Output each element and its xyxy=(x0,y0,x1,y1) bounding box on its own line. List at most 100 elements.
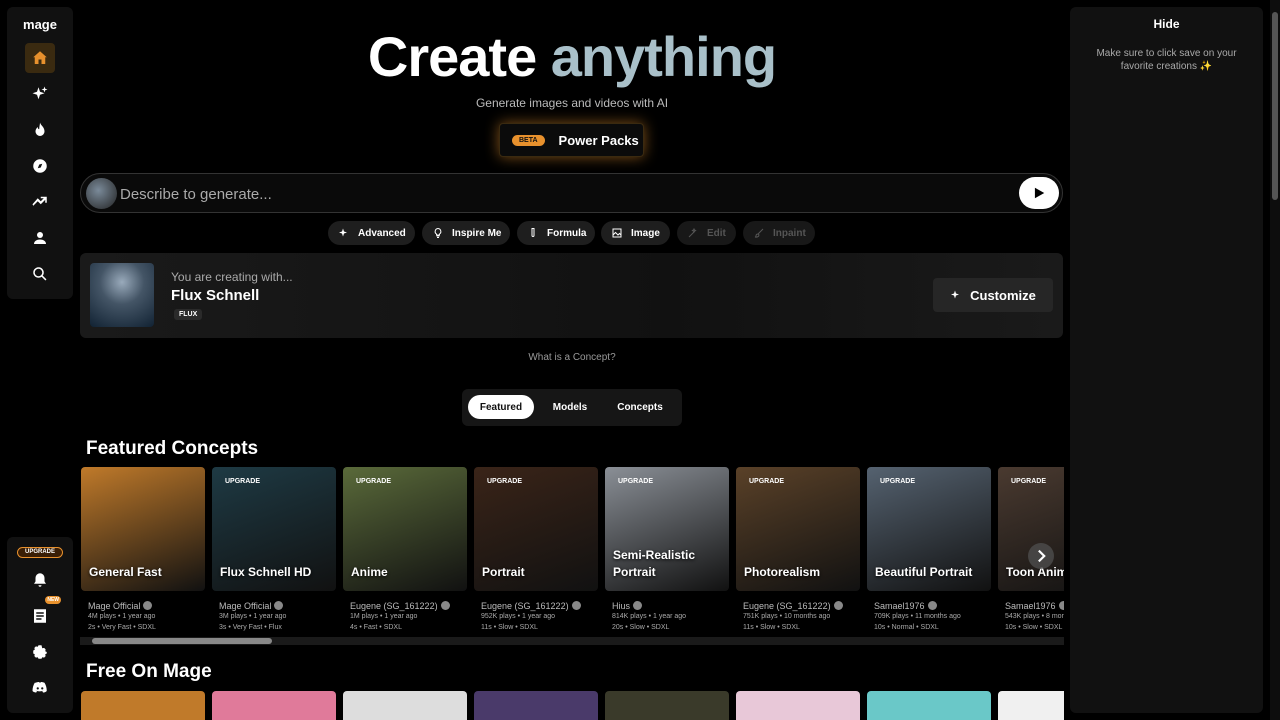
advanced-button[interactable]: Advanced xyxy=(328,221,415,245)
create-nav[interactable] xyxy=(25,79,55,109)
discord-icon xyxy=(32,682,47,693)
news-button[interactable]: NEW xyxy=(25,596,61,631)
concept-author[interactable]: Samael1976 xyxy=(874,601,937,611)
image-label: Image xyxy=(631,227,660,239)
trending-nav[interactable] xyxy=(25,187,55,217)
image-button[interactable]: Image xyxy=(601,221,670,245)
concept-title: Portrait xyxy=(482,565,525,579)
trending-icon xyxy=(32,196,47,206)
concept-stats: 814K plays • 1 year ago xyxy=(612,613,687,620)
sidebar: mage xyxy=(7,7,73,299)
hero-title-word-1: Create xyxy=(367,25,537,88)
compass-icon xyxy=(33,159,47,173)
concept-author[interactable]: Mage Official xyxy=(219,601,284,611)
upgrade-badge: UPGRADE xyxy=(487,478,523,485)
verified-icon xyxy=(274,601,284,610)
explore-nav[interactable] xyxy=(25,151,55,181)
free-concept-thumb[interactable] xyxy=(998,691,1064,720)
profile-nav[interactable] xyxy=(25,223,55,253)
inspire-me-button[interactable]: Inspire Me xyxy=(422,221,510,245)
user-icon xyxy=(34,232,46,244)
concept-author[interactable]: Mage Official xyxy=(88,601,153,611)
concept-card[interactable]: UPGRADE Flux Schnell HD Mage Official 3M pl… xyxy=(212,467,336,633)
hide-panel-button[interactable]: Hide xyxy=(1070,17,1263,31)
main-content: Create anything Generate images and vide… xyxy=(80,0,1064,720)
edit-label: Edit xyxy=(707,227,726,239)
free-concept-thumb[interactable] xyxy=(81,691,205,720)
concept-card[interactable]: General Fast Mage Official 4M plays • 1 ye… xyxy=(81,467,205,633)
inpaint-label: Inpaint xyxy=(773,227,806,239)
sparkles-icon xyxy=(32,86,48,100)
featured-section-title: Featured Concepts xyxy=(86,438,259,459)
concept-meta: 3s • Very Fast • Flux xyxy=(219,624,282,631)
free-concept-thumb[interactable] xyxy=(605,691,729,720)
inpaint-button[interactable]: Inpaint xyxy=(743,221,815,245)
right-panel: Hide Make sure to click save on your fav… xyxy=(1070,7,1263,713)
vertical-scrollbar[interactable] xyxy=(1270,0,1280,720)
play-icon xyxy=(1034,187,1045,199)
upgrade-button[interactable]: UPGRADE xyxy=(17,547,63,558)
tab-models[interactable]: Models xyxy=(540,395,600,419)
verified-icon xyxy=(833,601,843,610)
concept-card[interactable]: UPGRADE Anime Eugene (SG_161222) 1M plays •… xyxy=(343,467,467,633)
author-name: Samael1976 xyxy=(1005,601,1056,611)
upgrade-badge: UPGRADE xyxy=(356,478,392,485)
horizontal-scrollbar[interactable] xyxy=(80,637,1064,645)
home-nav[interactable] xyxy=(25,43,55,73)
author-name: Eugene (SG_161222) xyxy=(481,601,569,611)
prompt-input[interactable] xyxy=(120,182,1000,206)
hero-subtitle: Generate images and videos with AI xyxy=(475,96,669,110)
hot-nav[interactable] xyxy=(25,115,55,145)
free-concept-thumb[interactable] xyxy=(343,691,467,720)
advanced-label: Advanced xyxy=(358,227,406,239)
search-nav[interactable] xyxy=(25,259,55,289)
search-icon xyxy=(33,267,47,281)
tab-featured[interactable]: Featured xyxy=(468,395,534,419)
inspire-me-label: Inspire Me xyxy=(452,227,502,239)
concept-meta: 11s • Slow • SDXL xyxy=(743,624,800,631)
prompt-bar xyxy=(80,173,1063,213)
generate-button[interactable] xyxy=(1019,177,1059,209)
scrollbar-thumb[interactable] xyxy=(92,638,272,644)
concept-author[interactable]: Eugene (SG_161222) xyxy=(743,601,843,611)
concept-card[interactable]: UPGRADE Semi-Realistic Portrait Hius 814K p… xyxy=(605,467,729,633)
concept-card[interactable]: UPGRADE Beautiful Portrait Samael1976 709K … xyxy=(867,467,991,633)
concept-author[interactable]: Eugene (SG_161222) xyxy=(481,601,581,611)
concept-help-link[interactable]: What is a Concept? xyxy=(80,352,1064,363)
formula-button[interactable]: Formula xyxy=(517,221,595,245)
carousel-next-button[interactable] xyxy=(1028,543,1054,569)
concept-stats: 751K plays • 10 months ago xyxy=(743,613,831,620)
concept-author[interactable]: Samael1976 xyxy=(1005,601,1064,611)
featured-carousel: General Fast Mage Official 4M plays • 1 ye… xyxy=(80,467,1064,633)
logo[interactable]: mage xyxy=(7,17,73,32)
sparkle-icon xyxy=(951,290,960,299)
tab-bar: Featured Models Concepts xyxy=(462,389,682,426)
concept-stats: 709K plays • 11 months ago xyxy=(874,613,961,620)
verified-icon xyxy=(1058,601,1064,610)
concept-author[interactable]: Eugene (SG_161222) xyxy=(350,601,450,611)
concept-author[interactable]: Hius xyxy=(612,601,643,611)
concept-card[interactable]: UPGRADE Photorealism Eugene (SG_161222) 751… xyxy=(736,467,860,633)
power-packs-button[interactable]: BETA Power Packs xyxy=(499,123,644,157)
avatar[interactable] xyxy=(86,178,117,209)
free-concept-thumb[interactable] xyxy=(212,691,336,720)
free-concept-thumb[interactable] xyxy=(736,691,860,720)
hero-title: Create anything xyxy=(80,24,1064,89)
edit-button[interactable]: Edit xyxy=(677,221,736,245)
settings-button[interactable] xyxy=(25,637,55,667)
model-tag: FLUX xyxy=(174,309,203,320)
free-concept-thumb[interactable] xyxy=(867,691,991,720)
tab-concepts[interactable]: Concepts xyxy=(606,395,674,419)
vertical-scrollbar-thumb[interactable] xyxy=(1272,12,1278,200)
current-model-card[interactable]: You are creating with... Flux Schnell FL… xyxy=(80,253,1063,338)
free-concept-thumb[interactable] xyxy=(474,691,598,720)
discord-button[interactable] xyxy=(25,673,55,703)
upgrade-badge: UPGRADE xyxy=(880,478,916,485)
power-packs-label: Power Packs xyxy=(558,132,639,148)
concept-card[interactable]: UPGRADE Portrait Eugene (SG_161222) 952K pl… xyxy=(474,467,598,633)
concept-meta: 10s • Slow • SDXL xyxy=(1005,624,1063,631)
author-name: Mage Official xyxy=(88,601,141,611)
upgrade-badge: UPGRADE xyxy=(618,478,654,485)
notifications-button[interactable] xyxy=(25,565,55,595)
customize-button[interactable]: Customize xyxy=(933,278,1053,312)
